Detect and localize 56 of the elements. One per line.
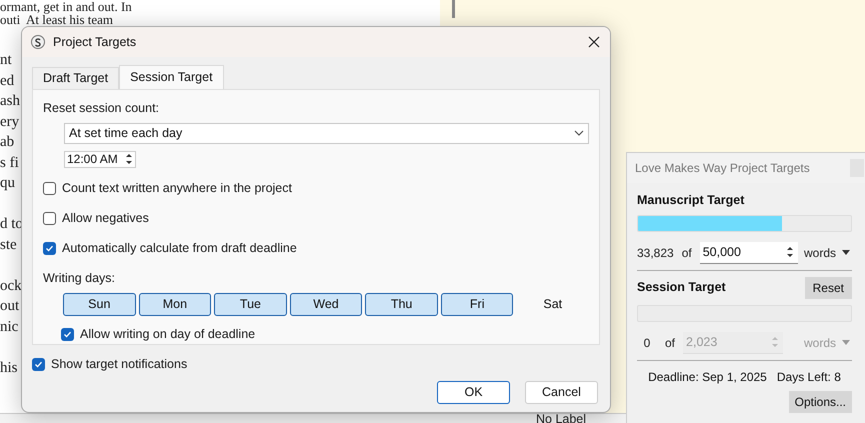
document-text: ormant, get in and out. In (0, 0, 132, 13)
label-status[interactable]: No Label (536, 410, 586, 423)
day-toggle[interactable]: Sat (516, 293, 590, 316)
document-text: s fi (0, 154, 19, 172)
section-heading: Manuscript Target (637, 192, 746, 209)
day-toggle[interactable]: Wed (290, 293, 362, 316)
of-label: of (664, 334, 676, 352)
of-label: of (680, 244, 693, 262)
day-toggle[interactable]: Mon (138, 293, 212, 316)
tab[interactable]: Draft Target (32, 67, 120, 89)
section-heading: Session Target (637, 279, 726, 296)
check-icon (34, 360, 43, 369)
checkbox[interactable]: Allow negatives (43, 209, 149, 228)
app-logo-icon (31, 35, 45, 49)
document-text: his (0, 358, 18, 378)
document-text: ed (0, 72, 14, 90)
field-label: Writing days: (43, 270, 116, 287)
document-text: ab (0, 133, 14, 152)
document-text: ash (0, 92, 20, 111)
caret-down-icon (842, 340, 850, 346)
panel-title: Love Makes Way Project Targets (635, 160, 810, 177)
document-text: nt (0, 51, 12, 70)
field-label: Reset session count: (43, 100, 160, 117)
word-count: 33,823 (637, 244, 674, 262)
document-text: nic (0, 318, 18, 336)
day-toggle[interactable]: Sun (63, 293, 136, 316)
document-text: ock (0, 276, 22, 296)
checkbox[interactable]: Automatically calculate from draft deadline (43, 238, 297, 258)
target-input[interactable]: 50,000 (700, 242, 798, 264)
document-text: ste (0, 236, 17, 254)
check-icon (45, 244, 54, 253)
chevron-down-icon (574, 130, 584, 136)
time-input[interactable]: 12:00 AM (64, 150, 136, 168)
dialog-button[interactable]: OK (437, 380, 510, 404)
checkbox[interactable]: Count text written anywhere in the project (43, 179, 292, 198)
options-button[interactable]: Options... (788, 390, 852, 413)
caret-down-icon (842, 250, 850, 256)
tab[interactable]: Session Target (119, 65, 224, 89)
window-title: Project Targets (53, 34, 136, 51)
checkbox[interactable]: Show target notifications (32, 355, 188, 374)
day-toggle[interactable]: Fri (440, 293, 514, 316)
document-text: outi At least his team (0, 13, 114, 26)
word-count: 0 (642, 334, 652, 352)
document-text: out (0, 297, 20, 316)
close-icon[interactable] (588, 36, 600, 48)
day-toggle[interactable]: Thu (365, 293, 438, 316)
document-text: ery (0, 112, 20, 132)
check-icon (63, 330, 72, 340)
document-text: qu (0, 174, 15, 193)
days-left-text: Days Left: 8 (776, 368, 841, 386)
reset-dropdown[interactable]: At set time each day (64, 122, 589, 144)
deadline-text: Deadline: Sep 1, 2025 (648, 368, 767, 386)
day-toggle[interactable]: Tue (214, 293, 287, 316)
checkbox[interactable]: Allow writing on day of deadline (61, 325, 256, 344)
unit-dropdown[interactable]: words (804, 244, 850, 262)
dialog-button[interactable]: Cancel (525, 380, 598, 404)
